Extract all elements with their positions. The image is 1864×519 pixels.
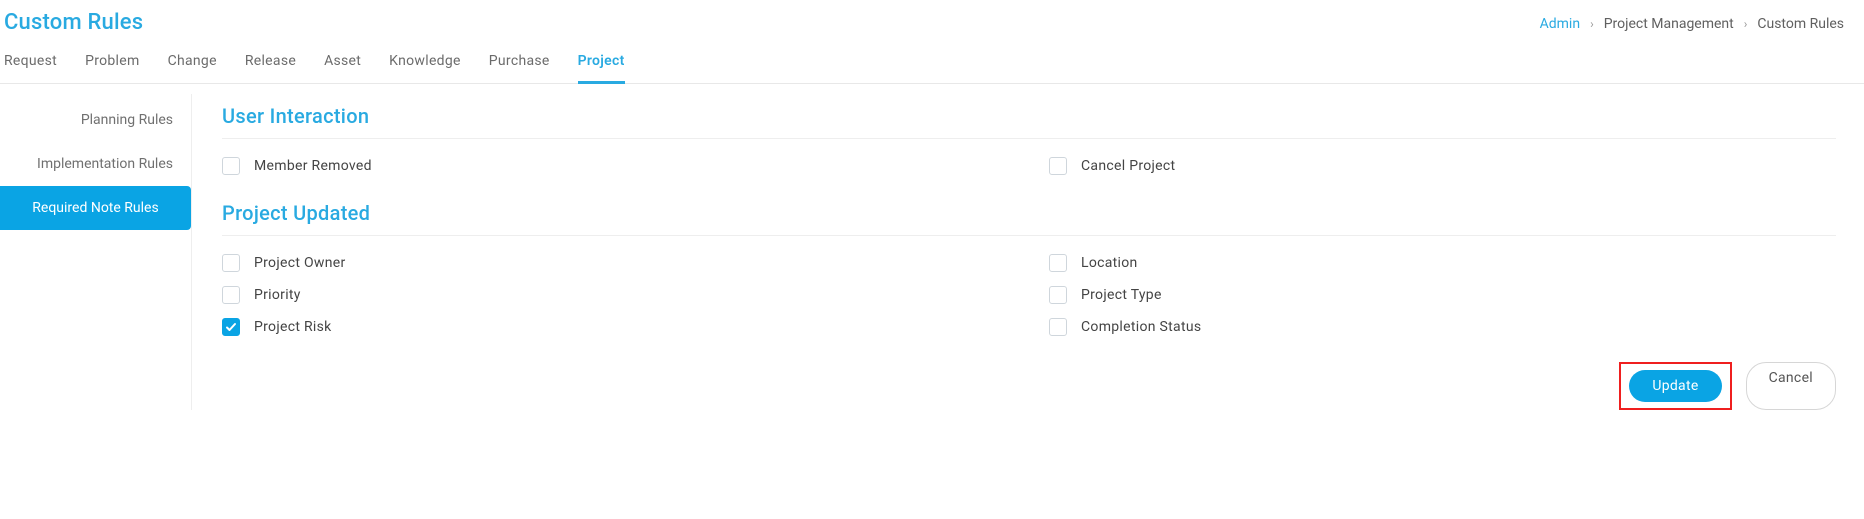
breadcrumb-item[interactable]: Admin (1540, 16, 1580, 32)
sidebar: Planning RulesImplementation RulesRequir… (0, 94, 192, 410)
checkbox-row: Project Type (1049, 286, 1836, 304)
checkbox[interactable] (1049, 157, 1067, 175)
tab-asset[interactable]: Asset (324, 53, 361, 83)
tab-purchase[interactable]: Purchase (489, 53, 550, 83)
sections-container: User Interaction Member Removed Cancel Pro… (222, 104, 1836, 336)
page-header: Custom Rules Admin › Project Management › Cu… (0, 0, 1864, 35)
update-highlight: Update (1619, 362, 1731, 410)
checkbox[interactable] (1049, 286, 1067, 304)
checkbox-label: Project Risk (254, 319, 332, 335)
checkbox-row: Member Removed (222, 157, 1009, 175)
checkbox-row: Completion Status (1049, 318, 1836, 336)
checkbox-label: Completion Status (1081, 319, 1201, 335)
checkbox-row: Project Risk (222, 318, 1009, 336)
section-title: User Interaction (222, 104, 1836, 139)
checkbox-label: Cancel Project (1081, 158, 1175, 174)
tab-request[interactable]: Request (4, 53, 57, 83)
tab-change[interactable]: Change (168, 53, 217, 83)
checkbox[interactable] (222, 318, 240, 336)
page-title: Custom Rules (4, 10, 143, 35)
checkbox[interactable] (222, 254, 240, 272)
checkbox-label: Member Removed (254, 158, 372, 174)
tab-release[interactable]: Release (245, 53, 296, 83)
chevron-right-icon: › (1590, 17, 1594, 31)
checkbox[interactable] (222, 157, 240, 175)
checkbox[interactable] (222, 286, 240, 304)
sidebar-item[interactable]: Required Note Rules (0, 186, 191, 230)
breadcrumbs: Admin › Project Management › Custom Rules (1540, 10, 1844, 32)
checkbox[interactable] (1049, 318, 1067, 336)
tab-problem[interactable]: Problem (85, 53, 140, 83)
checkbox-label: Location (1081, 255, 1138, 271)
checkbox-grid: Member Removed Cancel Project (222, 157, 1836, 175)
content-area: Planning RulesImplementation RulesRequir… (0, 84, 1864, 410)
chevron-right-icon: › (1744, 17, 1748, 31)
main-tabs: Request Problem Change Release Asset Knowledg… (0, 35, 1864, 84)
checkbox-row: Cancel Project (1049, 157, 1836, 175)
section-title: Project Updated (222, 201, 1836, 236)
checkbox-row: Project Owner (222, 254, 1009, 272)
main-panel: User Interaction Member Removed Cancel Pro… (192, 94, 1864, 410)
update-button[interactable]: Update (1629, 370, 1721, 402)
checkbox[interactable] (1049, 254, 1067, 272)
tab-project[interactable]: Project (578, 53, 625, 84)
breadcrumb-item: Custom Rules (1757, 16, 1844, 32)
checkbox-label: Project Type (1081, 287, 1162, 303)
checkbox-label: Priority (254, 287, 301, 303)
checkbox-row: Priority (222, 286, 1009, 304)
sidebar-item[interactable]: Planning Rules (0, 98, 191, 142)
tab-knowledge[interactable]: Knowledge (389, 53, 461, 83)
breadcrumb-item: Project Management (1604, 16, 1734, 32)
checkbox-label: Project Owner (254, 255, 346, 271)
checkbox-row: Location (1049, 254, 1836, 272)
sidebar-item[interactable]: Implementation Rules (0, 142, 191, 186)
cancel-button[interactable]: Cancel (1746, 362, 1836, 410)
actions-row: Update Cancel (222, 362, 1836, 410)
checkbox-grid: Project Owner Location Priority Project Typ… (222, 254, 1836, 336)
